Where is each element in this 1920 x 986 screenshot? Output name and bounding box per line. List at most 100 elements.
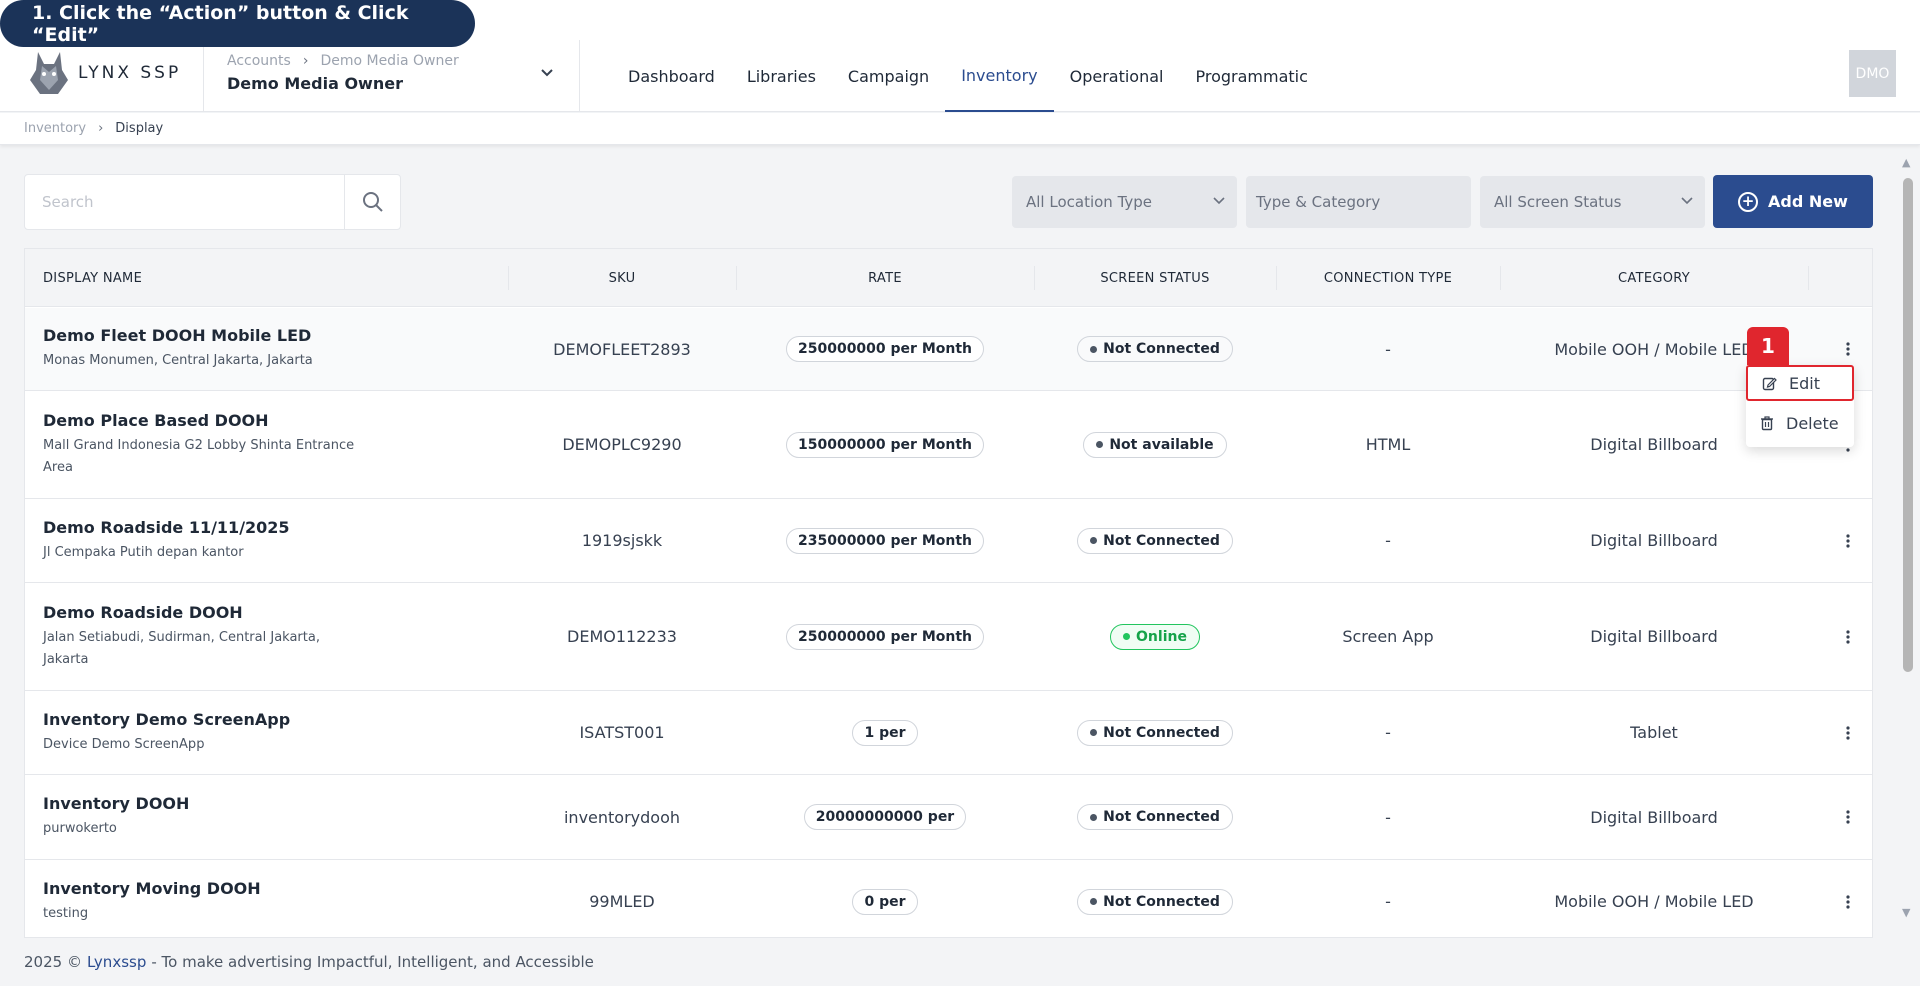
- divider: [203, 40, 204, 112]
- rate-cell: 150000000 per Month: [736, 391, 1034, 498]
- chevron-down-icon[interactable]: [540, 66, 554, 82]
- screen-status-filter[interactable]: All Screen Status: [1480, 176, 1705, 228]
- connection-cell: -: [1385, 723, 1391, 742]
- table-row[interactable]: Demo Place Based DOOH Mall Grand Indones…: [25, 391, 1872, 499]
- table-row[interactable]: Inventory DOOH purwokerto inventorydooh …: [25, 775, 1872, 860]
- header-category[interactable]: CATEGORY: [1500, 249, 1808, 307]
- location-type-filter[interactable]: All Location Type: [1012, 176, 1237, 228]
- search-icon: [362, 192, 383, 212]
- status-dot-icon: [1090, 345, 1098, 353]
- footer-copyright: 2025 ©: [24, 953, 82, 971]
- divider: [579, 40, 580, 112]
- action-button[interactable]: [1846, 583, 1850, 690]
- chevron-down-icon: [1681, 197, 1693, 205]
- trash-icon: [1761, 415, 1773, 430]
- nav-operational[interactable]: Operational: [1054, 40, 1180, 112]
- search-input[interactable]: [25, 175, 345, 229]
- status-badge: Online: [1110, 623, 1200, 650]
- table-row[interactable]: Demo Roadside DOOH Jalan Setiabudi, Sudi…: [25, 583, 1872, 691]
- connection-cell: -: [1385, 892, 1391, 911]
- edit-menu-item[interactable]: Edit: [1746, 365, 1854, 401]
- divider: [1808, 266, 1809, 290]
- breadcrumb: Inventory › Display: [24, 121, 163, 136]
- rate-pill: 235000000 per Month: [785, 527, 984, 554]
- screen-status-filter-value: All Screen Status: [1494, 193, 1622, 211]
- display-name-cell: Demo Roadside DOOH Jalan Setiabudi, Sudi…: [43, 583, 353, 690]
- table-row[interactable]: Demo Fleet DOOH Mobile LED Monas Monumen…: [25, 308, 1872, 391]
- kebab-menu-icon: [1846, 629, 1850, 644]
- footer-tagline: - To make advertising Impactful, Intelli…: [151, 953, 594, 971]
- logo-text: LYNX SSP: [78, 63, 182, 83]
- display-name[interactable]: Demo Place Based DOOH: [43, 411, 373, 430]
- status-dot-icon: [1123, 633, 1131, 640]
- nav-campaign[interactable]: Campaign: [832, 40, 945, 112]
- display-name-cell: Inventory Moving DOOH testing: [43, 860, 261, 937]
- sku-cell: DEMOFLEET2893: [553, 339, 691, 359]
- nav-programmatic[interactable]: Programmatic: [1179, 40, 1323, 112]
- display-name[interactable]: Demo Roadside DOOH: [43, 603, 353, 622]
- action-button[interactable]: [1846, 860, 1850, 937]
- account-name[interactable]: Demo Media Owner: [227, 74, 403, 93]
- table-row[interactable]: Demo Roadside 11/11/2025 Jl Cempaka Puti…: [25, 499, 1872, 583]
- nav-dashboard[interactable]: Dashboard: [612, 40, 731, 112]
- account-breadcrumb-root[interactable]: Accounts: [227, 53, 291, 69]
- footer-brand-link[interactable]: Lynxssp: [87, 953, 146, 971]
- scrollbar-thumb[interactable]: [1903, 178, 1913, 672]
- status-badge: Not Connected: [1077, 888, 1233, 915]
- action-button[interactable]: [1846, 499, 1850, 582]
- category-cell: Tablet: [1630, 723, 1678, 742]
- rate-cell: 20000000000 per: [736, 775, 1034, 859]
- display-name[interactable]: Inventory DOOH: [43, 794, 189, 813]
- status-text: Not Connected: [1103, 341, 1220, 357]
- add-new-button[interactable]: + Add New: [1713, 175, 1873, 228]
- table-row[interactable]: Inventory Moving DOOH testing 99MLED 0 p…: [25, 860, 1872, 937]
- type-category-filter[interactable]: Type & Category: [1246, 176, 1471, 228]
- rate-cell: 1 per: [736, 691, 1034, 774]
- nav-inventory[interactable]: Inventory: [945, 40, 1054, 112]
- type-category-filter-value: Type & Category: [1256, 193, 1381, 211]
- status-text: Online: [1136, 628, 1187, 645]
- sku-cell: ISATST001: [579, 723, 665, 742]
- status-badge: Not Connected: [1077, 336, 1233, 362]
- display-location: Jl Cempaka Putih depan kantor: [43, 544, 244, 560]
- rate-cell: 250000000 per Month: [736, 308, 1034, 390]
- display-name[interactable]: Inventory Moving DOOH: [43, 879, 261, 898]
- status-badge: Not Connected: [1077, 527, 1233, 554]
- sku-cell: 99MLED: [589, 892, 655, 911]
- scroll-down-icon[interactable]: ▼: [1902, 906, 1910, 919]
- breadcrumb-display: Display: [115, 121, 164, 136]
- header-rate[interactable]: RATE: [736, 249, 1034, 307]
- delete-label: Delete: [1786, 413, 1839, 433]
- display-name-cell: Demo Fleet DOOH Mobile LED Monas Monumen…: [43, 308, 313, 390]
- breadcrumb-inventory[interactable]: Inventory: [24, 121, 86, 136]
- status-text: Not Connected: [1103, 724, 1220, 741]
- rate-pill: 0 per: [852, 888, 918, 915]
- status-badge: Not Connected: [1077, 804, 1233, 830]
- status-text: Not available: [1109, 436, 1214, 453]
- header-screen-status[interactable]: SCREEN STATUS: [1034, 249, 1276, 307]
- display-name[interactable]: Demo Roadside 11/11/2025: [43, 518, 290, 537]
- scroll-up-icon[interactable]: ▲: [1902, 156, 1910, 169]
- chevron-down-icon: [1213, 197, 1225, 205]
- avatar[interactable]: DMO: [1849, 50, 1896, 97]
- connection-cell: -: [1385, 531, 1391, 550]
- logo[interactable]: LYNX SSP: [28, 50, 181, 96]
- nav-libraries[interactable]: Libraries: [731, 40, 832, 112]
- search-button[interactable]: [344, 175, 400, 229]
- delete-menu-item[interactable]: Delete: [1746, 405, 1854, 441]
- display-name[interactable]: Inventory Demo ScreenApp: [43, 710, 290, 729]
- rate-pill: 250000000 per Month: [785, 623, 984, 650]
- display-name[interactable]: Demo Fleet DOOH Mobile LED: [43, 326, 313, 345]
- header-connection-type[interactable]: CONNECTION TYPE: [1276, 249, 1500, 307]
- action-button[interactable]: [1846, 691, 1850, 774]
- account-breadcrumb: Accounts › Demo Media Owner: [227, 53, 459, 69]
- kebab-menu-icon: [1846, 810, 1850, 824]
- table-row[interactable]: Inventory Demo ScreenApp Device Demo Scr…: [25, 691, 1872, 775]
- header-display-name[interactable]: DISPLAY NAME: [43, 249, 142, 307]
- status-dot-icon: [1096, 441, 1104, 448]
- status-cell: Not Connected: [1034, 691, 1276, 774]
- header-sku[interactable]: SKU: [508, 249, 736, 307]
- status-badge: Not available: [1083, 431, 1227, 458]
- account-breadcrumb-current: Demo Media Owner: [320, 53, 459, 69]
- action-button[interactable]: [1846, 775, 1850, 859]
